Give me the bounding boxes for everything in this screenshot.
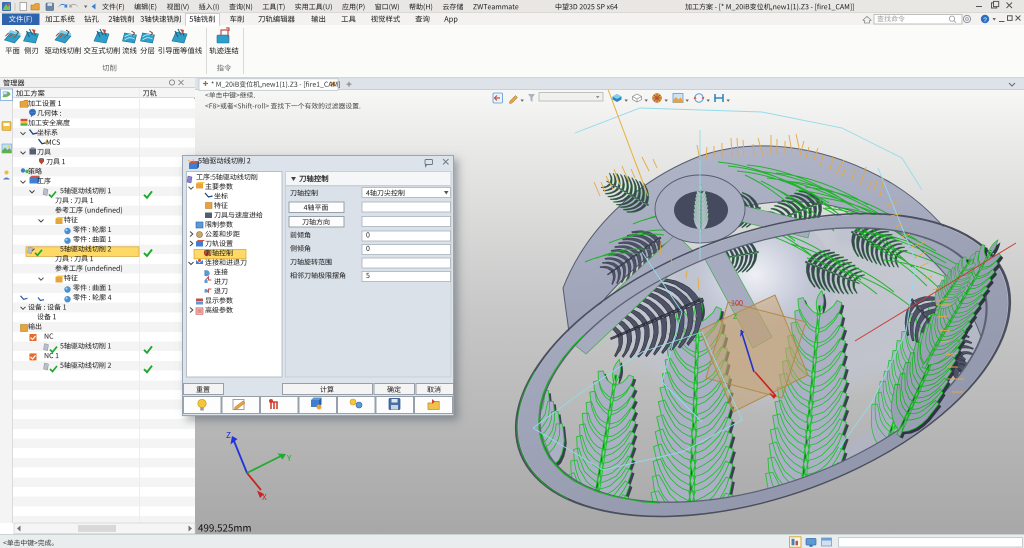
svg-text:?: ? <box>983 17 987 24</box>
